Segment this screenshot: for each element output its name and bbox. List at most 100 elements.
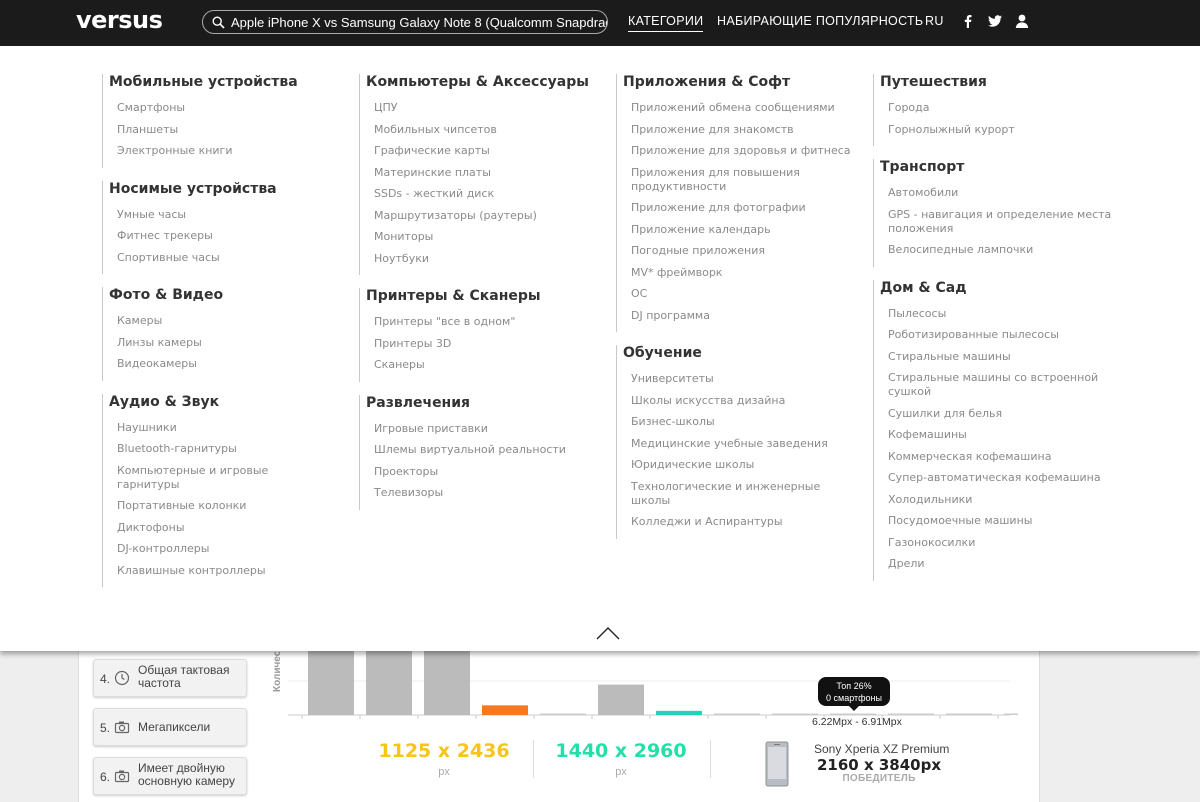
chart-bar[interactable] — [656, 710, 702, 715]
subcategory-link[interactable]: Холодильники — [880, 493, 1123, 507]
subcategory-link[interactable]: DJ программа — [623, 309, 856, 323]
subcategory-link[interactable]: Технологические и инженерные школы — [623, 480, 856, 508]
subcategory-link[interactable]: Пылесосы — [880, 307, 1123, 321]
subcategory-link[interactable]: Роботизированные пылесосы — [880, 328, 1123, 342]
subcategory-link[interactable]: Стиральные машины со встроенной сушкой — [880, 371, 1123, 399]
chart-bar[interactable] — [308, 646, 354, 715]
chart-bar[interactable] — [714, 713, 760, 716]
category-heading[interactable]: Транспорт — [880, 159, 1123, 186]
subcategory-link[interactable]: Видеокамеры — [109, 357, 332, 371]
subcategory-link[interactable]: Дрели — [880, 557, 1123, 571]
chart-bar[interactable] — [540, 713, 586, 716]
subcategory-link[interactable]: Автомобили — [880, 186, 1123, 200]
subcategory-link[interactable]: Сканеры — [366, 358, 589, 372]
subcategory-link[interactable]: Приложение календарь — [623, 223, 856, 237]
subcategory-link[interactable]: SSDs - жесткий диск — [366, 187, 589, 201]
subcategory-link[interactable]: Линзы камеры — [109, 336, 332, 350]
subcategory-link[interactable]: Мониторы — [366, 230, 589, 244]
subcategory-link[interactable]: Принтеры 3D — [366, 337, 589, 351]
search-box[interactable] — [202, 10, 608, 34]
subcategory-link[interactable]: Приложения для повышения продуктивности — [623, 166, 856, 194]
subcategory-link[interactable]: Игровые приставки — [366, 422, 589, 436]
subcategory-link[interactable]: Велосипедные лампочки — [880, 243, 1123, 257]
chart-bar[interactable] — [772, 713, 818, 716]
subcategory-link[interactable]: Клавишные контроллеры — [109, 564, 332, 578]
category-heading[interactable]: Компьютеры & Аксессуары — [366, 74, 589, 101]
subcategory-link[interactable]: Диктофоны — [109, 521, 332, 535]
sidebar-item-clock-speed[interactable]: 4. Общая тактовая частота — [93, 659, 247, 697]
twitter-icon[interactable] — [987, 13, 1003, 29]
category-heading[interactable]: Принтеры & Сканеры — [366, 288, 589, 315]
chart-bar[interactable] — [366, 646, 412, 715]
winner-phone-name[interactable]: Sony Xperia XZ Premium — [814, 742, 949, 756]
chart-bar[interactable] — [1004, 713, 1018, 716]
subcategory-link[interactable]: Компьютерные и игровые гарнитуры — [109, 464, 332, 492]
nav-categories[interactable]: КАТЕГОРИИ — [628, 14, 704, 32]
subcategory-link[interactable]: DJ-контроллеры — [109, 542, 332, 556]
subcategory-link[interactable]: Школы искусства дизайна — [623, 394, 856, 408]
subcategory-link[interactable]: Маршрутизаторы (раутеры) — [366, 209, 589, 223]
subcategory-link[interactable]: Материнские платы — [366, 166, 589, 180]
chart-bar[interactable] — [946, 713, 992, 716]
subcategory-link[interactable]: Юридические школы — [623, 458, 856, 472]
user-icon[interactable] — [1014, 13, 1030, 29]
subcategory-link[interactable]: ОС — [623, 287, 856, 301]
category-heading[interactable]: Аудио & Звук — [109, 394, 332, 421]
subcategory-link[interactable]: Колледжи и Аспирантуры — [623, 515, 856, 529]
subcategory-link[interactable]: Приложение для здоровья и фитнеса — [623, 144, 856, 158]
subcategory-link[interactable]: Приложений обмена сообщениями — [623, 101, 856, 115]
subcategory-link[interactable]: Мобильных чипсетов — [366, 123, 589, 137]
subcategory-link[interactable]: Планшеты — [109, 123, 332, 137]
facebook-icon[interactable] — [960, 13, 976, 29]
subcategory-link[interactable]: Посудомоечные машины — [880, 514, 1123, 528]
chart-bar[interactable] — [424, 646, 470, 715]
sidebar-item-dual-camera[interactable]: 6. Имеет двойную основную камеру — [93, 757, 247, 795]
subcategory-link[interactable]: Супер-автоматическая кофемашина — [880, 471, 1123, 485]
subcategory-link[interactable]: Коммерческая кофемашина — [880, 450, 1123, 464]
subcategory-link[interactable]: Камеры — [109, 314, 332, 328]
subcategory-link[interactable]: Бизнес-школы — [623, 415, 856, 429]
category-heading[interactable]: Фото & Видео — [109, 287, 332, 314]
category-heading[interactable]: Развлечения — [366, 395, 589, 422]
language-switcher[interactable]: RU — [925, 14, 944, 28]
category-heading[interactable]: Путешествия — [880, 74, 1123, 101]
category-heading[interactable]: Обучение — [623, 345, 856, 372]
subcategory-link[interactable]: Университеты — [623, 372, 856, 386]
collapse-chevron-up-icon[interactable] — [596, 626, 620, 640]
subcategory-link[interactable]: Погодные приложения — [623, 244, 856, 258]
category-heading[interactable]: Дом & Сад — [880, 280, 1123, 307]
subcategory-link[interactable]: Электронные книги — [109, 144, 332, 158]
subcategory-link[interactable]: Портативные колонки — [109, 499, 332, 513]
subcategory-link[interactable]: Ноутбуки — [366, 252, 589, 266]
subcategory-link[interactable]: Bluetooth-гарнитуры — [109, 442, 332, 456]
subcategory-link[interactable]: Горнолыжный курорт — [880, 123, 1123, 137]
chart-bar[interactable] — [598, 684, 644, 715]
subcategory-link[interactable]: Города — [880, 101, 1123, 115]
search-input[interactable] — [231, 11, 607, 33]
subcategory-link[interactable]: ЦПУ — [366, 101, 589, 115]
subcategory-link[interactable]: Умные часы — [109, 208, 332, 222]
subcategory-link[interactable]: Приложение для фотографии — [623, 201, 856, 215]
subcategory-link[interactable]: Кофемашины — [880, 428, 1123, 442]
subcategory-link[interactable]: Стиральные машины — [880, 350, 1123, 364]
subcategory-link[interactable]: MV* фреймворк — [623, 266, 856, 280]
subcategory-link[interactable]: Приложение для знакомств — [623, 123, 856, 137]
subcategory-link[interactable]: Спортивные часы — [109, 251, 332, 265]
chart-bar[interactable] — [888, 713, 934, 716]
category-heading[interactable]: Мобильные устройства — [109, 74, 332, 101]
subcategory-link[interactable]: Графические карты — [366, 144, 589, 158]
subcategory-link[interactable]: Смартфоны — [109, 101, 332, 115]
subcategory-link[interactable]: Шлемы виртуальной реальности — [366, 443, 589, 457]
subcategory-link[interactable]: Сушилки для белья — [880, 407, 1123, 421]
subcategory-link[interactable]: Фитнес трекеры — [109, 229, 332, 243]
nav-trending[interactable]: НАБИРАЮЩИЕ ПОПУЛЯРНОСТЬ — [717, 14, 923, 28]
sidebar-item-megapixels[interactable]: 5. Мегапиксели — [93, 708, 247, 746]
category-heading[interactable]: Приложения & Софт — [623, 74, 856, 101]
category-heading[interactable]: Носимые устройства — [109, 181, 332, 208]
subcategory-link[interactable]: Газонокосилки — [880, 536, 1123, 550]
site-logo[interactable]: versus — [76, 6, 163, 34]
subcategory-link[interactable]: Наушники — [109, 421, 332, 435]
subcategory-link[interactable]: GPS - навигация и определение места поло… — [880, 208, 1123, 236]
subcategory-link[interactable]: Телевизоры — [366, 486, 589, 500]
subcategory-link[interactable]: Медицинские учебные заведения — [623, 437, 856, 451]
